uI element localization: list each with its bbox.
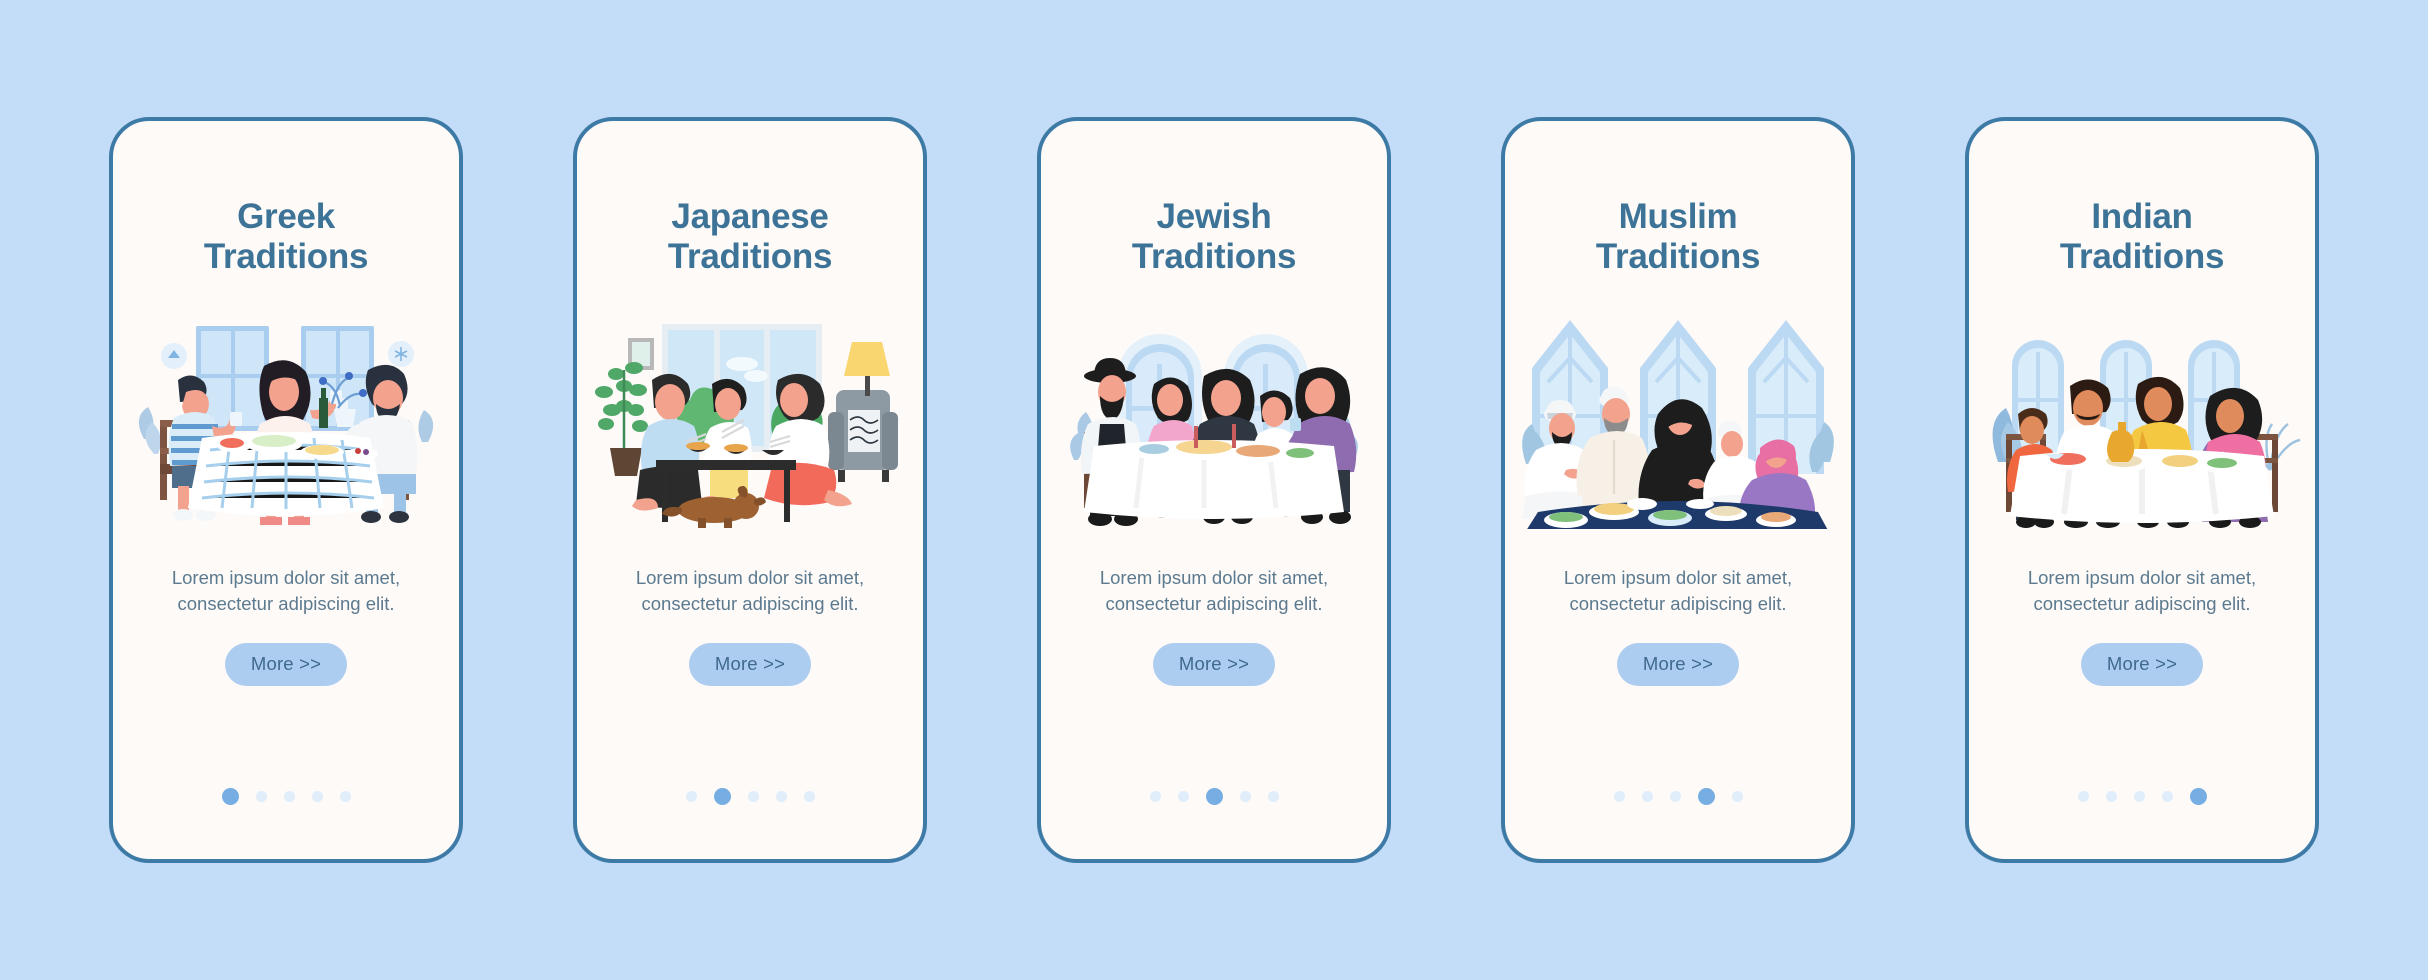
indian-family-dinner-illustration — [1982, 307, 2302, 537]
more-button[interactable]: More >> — [224, 643, 348, 687]
pagination-dot-2[interactable] — [1641, 791, 1653, 802]
onboarding-screen-muslim: Muslim Traditions Lorem ipsum dolor sit … — [1501, 117, 1855, 863]
pagination-dot-1[interactable] — [221, 788, 239, 805]
pagination-dot-5[interactable] — [339, 791, 351, 802]
jewish-family-dinner-illustration — [1054, 307, 1374, 537]
page-title: Muslim Traditions — [1595, 197, 1761, 276]
pagination-dot-4[interactable] — [2161, 791, 2173, 802]
page-title: Jewish Traditions — [1131, 197, 1297, 276]
more-button[interactable]: More >> — [1616, 643, 1740, 687]
pagination-dot-3[interactable] — [1205, 788, 1223, 805]
pagination-dot-5[interactable] — [1267, 791, 1279, 802]
pagination-dots[interactable] — [1969, 788, 2315, 805]
japanese-family-dinner-illustration — [590, 307, 910, 537]
greek-family-dinner-illustration — [126, 307, 446, 537]
pagination-dot-2[interactable] — [255, 791, 267, 802]
pagination-dot-5[interactable] — [2189, 788, 2207, 805]
pagination-dot-1[interactable] — [1149, 791, 1161, 802]
pagination-dots[interactable] — [1041, 788, 1387, 805]
pagination-dot-3[interactable] — [283, 791, 295, 802]
pagination-dot-4[interactable] — [775, 791, 787, 802]
pagination-dots[interactable] — [113, 788, 459, 805]
muslim-family-dinner-illustration — [1518, 307, 1838, 537]
onboarding-screen-indian: Indian Traditions Lorem ipsum dolor sit … — [1965, 117, 2319, 863]
pagination-dot-3[interactable] — [1669, 791, 1681, 802]
more-button[interactable]: More >> — [1152, 643, 1276, 687]
onboarding-screen-japanese: Japanese Traditions Lorem ipsum dolor si… — [573, 117, 927, 863]
pagination-dots[interactable] — [1505, 788, 1851, 805]
screen-description: Lorem ipsum dolor sit amet, consectetur … — [171, 566, 401, 615]
onboarding-screen-jewish: Jewish Traditions Lorem ipsum dolor sit … — [1037, 117, 1391, 863]
more-button[interactable]: More >> — [2080, 643, 2204, 687]
pagination-dot-4[interactable] — [1239, 791, 1251, 802]
page-title: Greek Traditions — [203, 197, 369, 276]
pagination-dot-2[interactable] — [2105, 791, 2117, 802]
screen-description: Lorem ipsum dolor sit amet, consectetur … — [2027, 566, 2257, 615]
onboarding-screen-greek: Greek Traditions Lorem ipsum dolor sit a… — [109, 117, 463, 863]
pagination-dot-2[interactable] — [1177, 791, 1189, 802]
page-title: Japanese Traditions — [667, 197, 833, 276]
pagination-dot-3[interactable] — [2133, 791, 2145, 802]
pagination-dot-4[interactable] — [311, 791, 323, 802]
pagination-dots[interactable] — [577, 788, 923, 805]
onboarding-screens-board: Greek Traditions Lorem ipsum dolor sit a… — [0, 0, 2428, 980]
screen-description: Lorem ipsum dolor sit amet, consectetur … — [1099, 566, 1329, 615]
more-button[interactable]: More >> — [688, 643, 812, 687]
pagination-dot-1[interactable] — [685, 791, 697, 802]
screen-description: Lorem ipsum dolor sit amet, consectetur … — [635, 566, 865, 615]
pagination-dot-5[interactable] — [1731, 791, 1743, 802]
pagination-dot-1[interactable] — [2077, 791, 2089, 802]
pagination-dot-1[interactable] — [1613, 791, 1625, 802]
pagination-dot-2[interactable] — [713, 788, 731, 805]
pagination-dot-5[interactable] — [803, 791, 815, 802]
page-title: Indian Traditions — [2059, 197, 2225, 276]
screen-description: Lorem ipsum dolor sit amet, consectetur … — [1563, 566, 1793, 615]
pagination-dot-4[interactable] — [1697, 788, 1715, 805]
pagination-dot-3[interactable] — [747, 791, 759, 802]
